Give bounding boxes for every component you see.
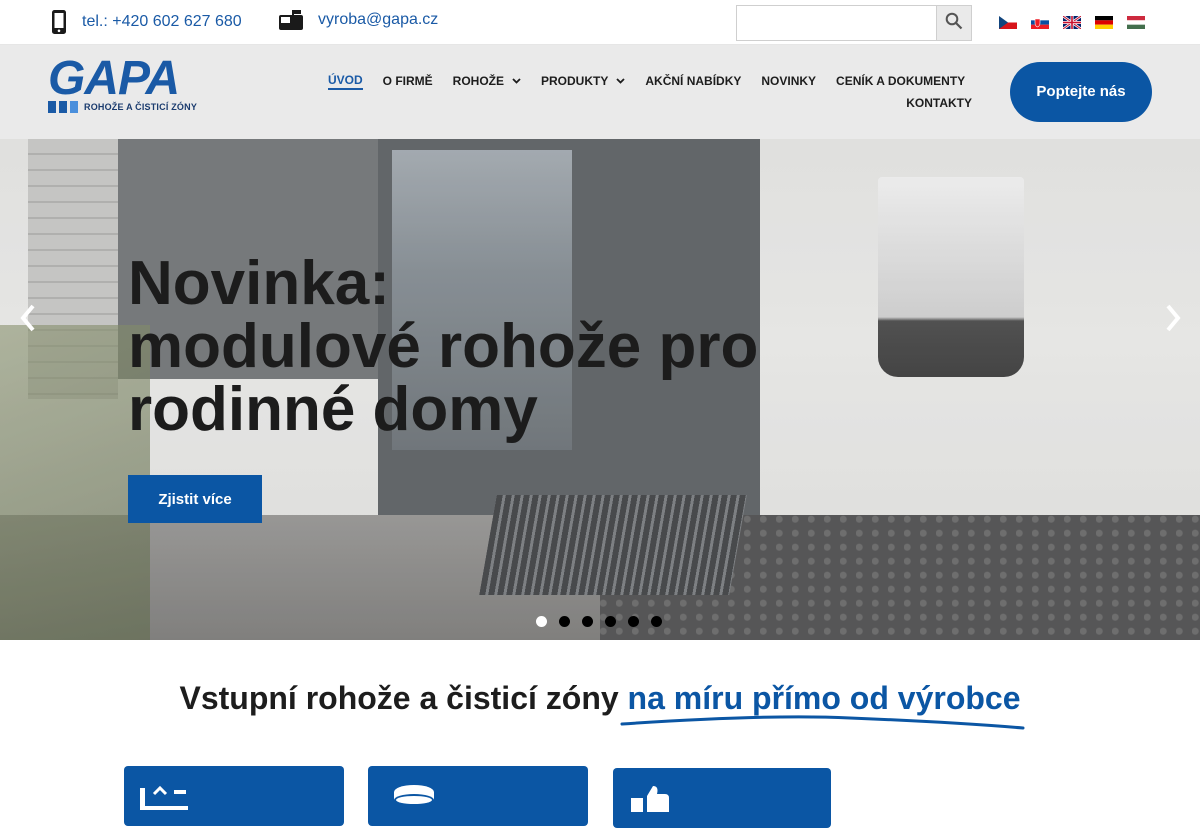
flag-cs-icon[interactable]: [999, 16, 1017, 29]
logo-square-icon: [48, 101, 56, 113]
slider-pagination: [536, 616, 662, 627]
phone-contact[interactable]: tel.: +420 602 627 680: [50, 9, 242, 35]
hero-headline-line3: rodinné domy: [128, 375, 538, 444]
slider-next-button[interactable]: [1153, 300, 1193, 340]
zjistit-vice-button[interactable]: Zjistit více: [128, 475, 262, 523]
feature-card-2[interactable]: [368, 766, 588, 826]
feature-card-1[interactable]: [124, 766, 344, 826]
chevron-right-icon: [1164, 303, 1182, 338]
flag-de-icon[interactable]: [1095, 16, 1113, 29]
main-navigation: ÚVOD O FIRMĚ ROHOŽE PRODUKTY AKČNÍ NABÍD…: [318, 70, 990, 110]
language-switcher: [999, 16, 1145, 29]
nav-label: ÚVOD: [328, 73, 363, 90]
nav-item-akcni-nabidky[interactable]: AKČNÍ NABÍDKY: [635, 70, 751, 92]
nav-label: PRODUKTY: [541, 74, 609, 88]
mailbox-icon: [278, 9, 304, 31]
nav-item-produkty[interactable]: PRODUKTY: [531, 70, 635, 92]
slider-dot[interactable]: [605, 616, 616, 627]
hero-headline-line2: modulové rohože pro: [128, 312, 759, 381]
site-header: GAPA ROHOŽE A ČISTICÍ ZÓNY ÚVOD O FIRMĚ …: [0, 45, 1200, 139]
nav-label: ROHOŽE: [452, 74, 505, 88]
hero-headline: Novinka: modulové rohože pro rodinné dom…: [128, 252, 828, 441]
intro-highlight: na míru přímo od výrobce: [627, 680, 1021, 716]
nav-label: NOVINKY: [761, 74, 817, 88]
slider-dot[interactable]: [559, 616, 570, 627]
intro-underline-decoration: [620, 715, 1025, 730]
logo-tagline-row: ROHOŽE A ČISTICÍ ZÓNY: [48, 101, 197, 113]
nav-label: O FIRMĚ: [382, 74, 433, 88]
slider-prev-button[interactable]: [8, 300, 48, 340]
email-contact[interactable]: vyroba@gapa.cz: [278, 9, 438, 31]
logo-wordmark: GAPA: [48, 52, 180, 105]
phone-text[interactable]: tel.: +420 602 627 680: [82, 13, 242, 31]
flag-en-icon[interactable]: [1063, 16, 1081, 29]
search-button[interactable]: [936, 5, 972, 41]
slider-dot[interactable]: [651, 616, 662, 627]
site-logo[interactable]: GAPA ROHOŽE A ČISTICÍ ZÓNY: [48, 52, 197, 113]
nav-label: CENÍK A DOKUMENTY: [836, 74, 966, 88]
nav-label: KONTAKTY: [906, 96, 972, 110]
slider-dot[interactable]: [582, 616, 593, 627]
chevron-left-icon: [19, 303, 37, 338]
poptejte-nas-button[interactable]: Poptejte nás: [1010, 62, 1152, 122]
flag-sk-icon[interactable]: [1031, 16, 1049, 29]
coins-icon: [384, 780, 436, 815]
search-input[interactable]: [736, 5, 936, 41]
search-icon: [945, 12, 963, 35]
nav-item-uvod[interactable]: ÚVOD: [318, 70, 373, 92]
phone-icon: [50, 9, 68, 35]
slider-dot[interactable]: [628, 616, 639, 627]
chevron-down-icon: [512, 76, 521, 86]
nav-item-novinky[interactable]: NOVINKY: [751, 70, 826, 92]
logo-square-icon: [70, 101, 78, 113]
logo-square-icon: [59, 101, 67, 113]
measure-icon: [140, 780, 188, 815]
feature-card-3[interactable]: [613, 768, 831, 828]
hero-headline-line1: Novinka:: [128, 249, 390, 318]
search-bar: [736, 5, 972, 41]
intro-text: Vstupní rohože a čisticí zóny: [179, 680, 619, 716]
slider-dot[interactable]: [536, 616, 547, 627]
nav-item-o-firme[interactable]: O FIRMĚ: [373, 70, 443, 92]
nav-item-rohoze[interactable]: ROHOŽE: [443, 70, 531, 92]
email-text[interactable]: vyroba@gapa.cz: [318, 11, 438, 29]
chevron-down-icon: [616, 76, 625, 86]
flag-hu-icon[interactable]: [1127, 16, 1145, 29]
nav-item-cenik[interactable]: CENÍK A DOKUMENTY: [826, 70, 975, 92]
nav-row-1: ÚVOD O FIRMĚ ROHOŽE PRODUKTY AKČNÍ NABÍD…: [318, 70, 990, 92]
nav-item-kontakty[interactable]: KONTAKTY: [896, 92, 982, 114]
logo-tagline: ROHOŽE A ČISTICÍ ZÓNY: [84, 102, 198, 112]
top-bar: tel.: +420 602 627 680 vyroba@gapa.cz: [0, 0, 1200, 45]
nav-row-2: KONTAKTY: [318, 92, 990, 110]
nav-label: AKČNÍ NABÍDKY: [645, 74, 742, 88]
